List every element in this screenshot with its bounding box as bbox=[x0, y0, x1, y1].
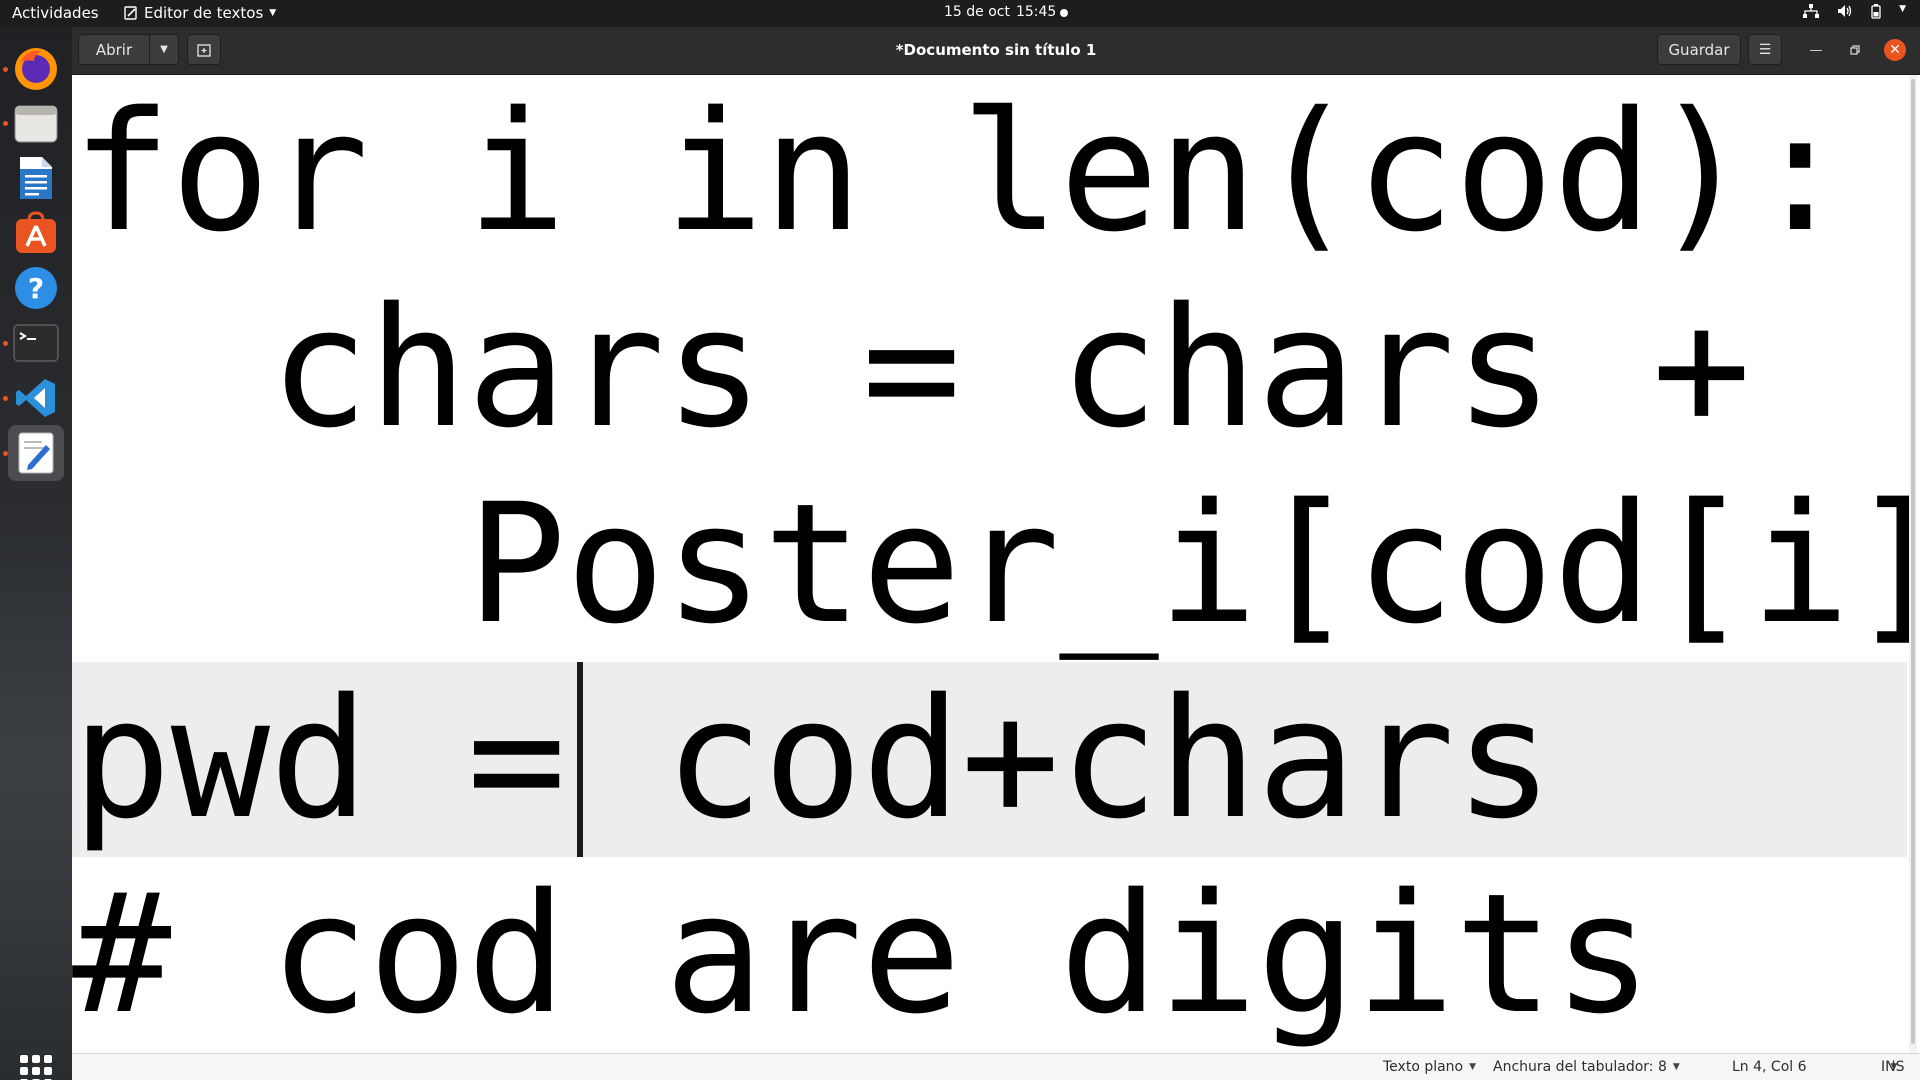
libreoffice-writer-icon bbox=[20, 157, 52, 199]
minimize-button[interactable]: — bbox=[1805, 39, 1827, 61]
dock-firefox[interactable] bbox=[8, 41, 64, 97]
svg-text:?: ? bbox=[28, 272, 44, 305]
cursor-position-label: Ln 4, Col 6 bbox=[1732, 1059, 1807, 1075]
running-indicator bbox=[3, 121, 8, 126]
clock-date: 15 de oct bbox=[944, 4, 1010, 20]
running-indicator bbox=[3, 341, 8, 346]
cursor-position-selector[interactable]: Ln 4, Col 6 ▼ bbox=[1732, 1059, 1897, 1075]
running-indicator bbox=[3, 451, 8, 456]
running-indicator bbox=[3, 396, 8, 401]
main-menu-button[interactable]: ☰ bbox=[1748, 34, 1782, 65]
dock-terminal[interactable] bbox=[8, 315, 64, 371]
chevron-down-icon: ▼ bbox=[269, 8, 277, 18]
maximize-icon bbox=[1850, 45, 1860, 55]
app-menu-label: Editor de textos bbox=[144, 4, 264, 22]
clock-time: 15:45 bbox=[1015, 4, 1057, 20]
dock-vscode[interactable] bbox=[8, 370, 64, 426]
window-title: *Documento sin título 1 bbox=[895, 41, 1097, 59]
terminal-icon bbox=[13, 324, 59, 362]
dock: ? bbox=[0, 27, 72, 1080]
header-bar: Abrir ▼ *Documento sin título 1 Guardar … bbox=[72, 27, 1920, 75]
top-bar: Actividades Editor de textos ▼ 15 de oct… bbox=[0, 0, 1920, 27]
battery-icon bbox=[1871, 4, 1881, 19]
chevron-down-icon: ▼ bbox=[1672, 1062, 1680, 1072]
dock-text-editor[interactable] bbox=[8, 425, 64, 481]
clock[interactable]: 15 de oct 15:45 bbox=[944, 4, 1056, 20]
minimize-icon: — bbox=[1809, 42, 1823, 58]
volume-icon bbox=[1838, 5, 1852, 17]
show-applications-icon[interactable] bbox=[20, 1055, 52, 1080]
activities-button[interactable]: Actividades bbox=[12, 4, 99, 22]
hamburger-icon: ☰ bbox=[1758, 41, 1772, 58]
running-indicator bbox=[3, 67, 8, 72]
dock-writer[interactable] bbox=[8, 150, 64, 206]
close-icon: ✕ bbox=[1889, 42, 1901, 58]
close-button[interactable]: ✕ bbox=[1884, 39, 1906, 61]
dock-files[interactable] bbox=[8, 95, 64, 151]
code-line-4[interactable]: pwd = cod+chars bbox=[72, 662, 1554, 857]
code-line-3[interactable]: Poster_i[cod[i]] bbox=[72, 467, 1920, 662]
text-editor-icon bbox=[18, 432, 54, 474]
vscode-icon bbox=[16, 379, 55, 417]
app-menu[interactable]: Editor de textos ▼ bbox=[124, 4, 276, 22]
network-icon bbox=[1803, 4, 1820, 18]
scrollbar-thumb[interactable] bbox=[1911, 79, 1915, 1044]
help-icon: ? bbox=[15, 267, 57, 309]
maximize-button[interactable] bbox=[1844, 39, 1866, 61]
insert-mode-indicator[interactable]: INS bbox=[1881, 1059, 1905, 1075]
tab-width-selector[interactable]: Anchura del tabulador: 8 ▼ bbox=[1493, 1059, 1680, 1075]
status-bar: Texto plano ▼ Anchura del tabulador: 8 ▼… bbox=[72, 1053, 1920, 1080]
code-line-2[interactable]: chars = chars + bbox=[72, 271, 1751, 466]
code-line-5[interactable]: # cod are digits bbox=[72, 857, 1652, 1052]
firefox-icon bbox=[15, 48, 57, 90]
text-view[interactable]: for i in len(cod): chars = chars + Poste… bbox=[72, 75, 1920, 1053]
language-selector[interactable]: Texto plano ▼ bbox=[1383, 1059, 1476, 1075]
ubuntu-software-icon bbox=[16, 211, 56, 253]
tab-width-label: Anchura del tabulador: 8 bbox=[1493, 1059, 1667, 1075]
text-editor-window: Abrir ▼ *Documento sin título 1 Guardar … bbox=[72, 27, 1920, 1080]
save-button-label: Guardar bbox=[1668, 40, 1730, 59]
power-menu-icon: ▼ bbox=[1899, 4, 1906, 14]
dock-help[interactable]: ? bbox=[8, 260, 64, 316]
insert-mode-label: INS bbox=[1881, 1059, 1905, 1075]
code-line-1[interactable]: for i in len(cod): bbox=[72, 75, 1850, 270]
files-icon bbox=[14, 105, 58, 143]
text-editor-small-icon bbox=[124, 6, 137, 20]
dock-software[interactable] bbox=[8, 205, 64, 261]
save-button[interactable]: Guardar bbox=[1657, 34, 1741, 65]
language-label: Texto plano bbox=[1383, 1059, 1464, 1075]
notification-dot bbox=[1060, 9, 1068, 17]
chevron-down-icon: ▼ bbox=[1469, 1062, 1477, 1072]
text-cursor bbox=[577, 662, 583, 857]
system-tray[interactable]: ▼ bbox=[1803, 4, 1906, 19]
